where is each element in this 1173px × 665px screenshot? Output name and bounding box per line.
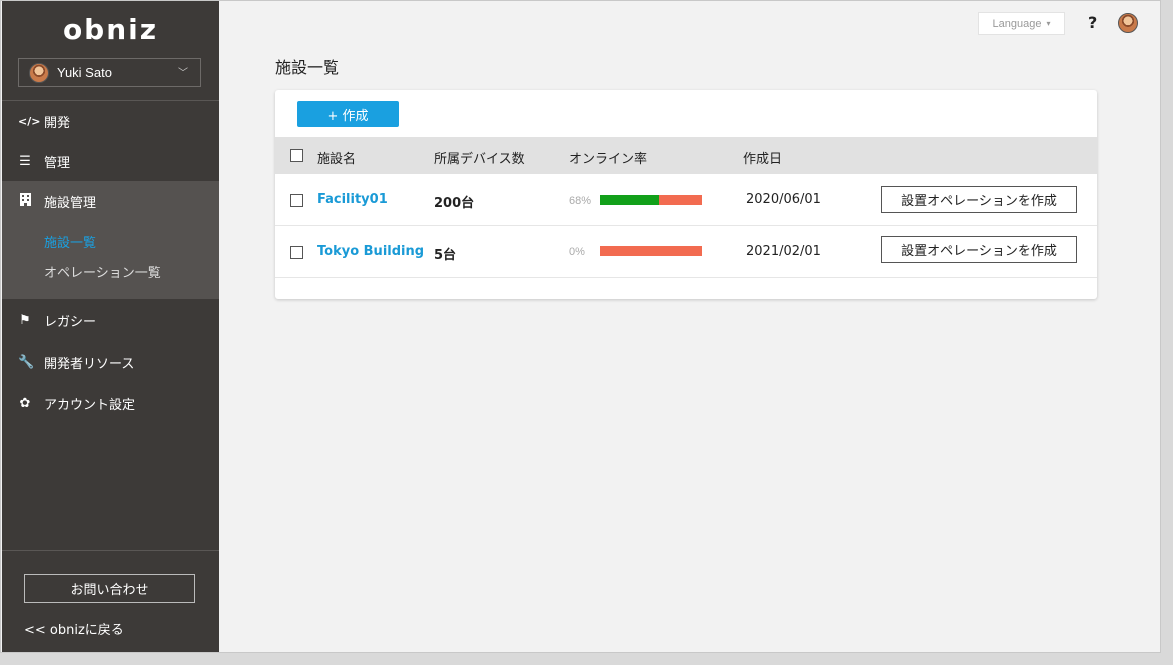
online-rate-bar-offline — [659, 195, 702, 205]
online-rate-percent: 68% — [569, 195, 592, 207]
column-header-created[interactable]: 作成日 — [743, 148, 782, 167]
back-to-obniz-link[interactable]: << obnizに戻る — [24, 619, 124, 638]
online-rate-bar-offline — [600, 246, 702, 256]
device-count: 200台 — [434, 196, 475, 211]
app-window: obniz Yuki Sato ﹀ </> 開発 ☰ 管理 施設管理 施設一覧 … — [0, 0, 1161, 653]
facility-name-link[interactable]: Tokyo Building — [317, 244, 424, 259]
online-rate-percent: 0% — [569, 246, 585, 258]
page-title: 施設一覧 — [275, 58, 340, 77]
sidebar-item-label: 施設管理 — [44, 195, 97, 211]
sidebar-item-label: アカウント設定 — [44, 397, 136, 413]
column-header-online-rate[interactable]: オンライン率 — [569, 148, 647, 167]
language-select[interactable]: Language ▾ — [978, 12, 1065, 35]
wrench-icon: 🔧 — [18, 354, 35, 370]
facility-table-card: + 作成 施設名 所属デバイス数 オンライン率 作成日 Facility01 2… — [275, 90, 1097, 299]
chevron-down-icon: ▾ — [1046, 19, 1051, 28]
column-header-devices[interactable]: 所属デバイス数 — [434, 148, 525, 167]
created-date: 2020/06/01 — [746, 192, 821, 207]
create-button[interactable]: + 作成 — [297, 101, 399, 127]
sidebar: obniz Yuki Sato ﹀ </> 開発 ☰ 管理 施設管理 施設一覧 … — [2, 1, 219, 652]
sidebar-item-label: レガシー — [44, 314, 97, 330]
code-icon: </> — [18, 114, 41, 128]
language-label: Language — [992, 17, 1042, 30]
sidebar-item-dev-resources[interactable]: 🔧 開発者リソース — [2, 342, 219, 382]
sidebar-item-develop[interactable]: </> 開発 — [2, 101, 219, 141]
create-install-operation-button[interactable]: 設置オペレーションを作成 — [881, 186, 1077, 213]
device-count: 5台 — [434, 248, 457, 263]
contact-button[interactable]: お問い合わせ — [24, 574, 195, 603]
sidebar-item-legacy[interactable]: ⚑ レガシー — [2, 300, 219, 340]
column-header-name[interactable]: 施設名 — [317, 148, 356, 167]
sidebar-item-label: 開発 — [44, 115, 71, 131]
create-install-operation-button[interactable]: 設置オペレーションを作成 — [881, 236, 1077, 263]
created-date: 2021/02/01 — [746, 244, 821, 259]
user-avatar-icon — [29, 62, 49, 83]
sidebar-item-facility[interactable]: 施設管理 — [2, 181, 219, 221]
online-rate-bar — [600, 246, 702, 256]
user-select[interactable]: Yuki Sato ﹀ — [18, 58, 201, 87]
list-icon: ☰ — [19, 153, 31, 169]
flag-icon: ⚑ — [19, 312, 31, 328]
sidebar-item-label: 管理 — [44, 155, 71, 171]
online-rate-bar — [600, 195, 702, 205]
row-checkbox[interactable] — [290, 246, 303, 259]
user-avatar-icon — [1118, 13, 1138, 33]
select-all-checkbox[interactable] — [290, 149, 303, 162]
user-name: Yuki Sato — [57, 65, 112, 80]
table-row: Tokyo Building 5台 0% 2021/02/01 設置オペレーショ… — [275, 226, 1097, 278]
facility-name-link[interactable]: Facility01 — [317, 192, 388, 207]
help-icon[interactable]: ? — [1088, 13, 1097, 32]
facility-section: 施設管理 施設一覧 オペレーション一覧 — [2, 181, 219, 299]
chevron-down-icon: ﹀ — [178, 68, 188, 79]
header-avatar[interactable] — [1118, 13, 1138, 33]
sidebar-item-manage[interactable]: ☰ 管理 — [2, 141, 219, 181]
gear-icon: ✿ — [19, 395, 31, 411]
sidebar-item-label: 開発者リソース — [44, 356, 135, 372]
table-row: Facility01 200台 68% 2020/06/01 設置オペレーション… — [275, 174, 1097, 226]
building-icon — [18, 192, 32, 210]
online-rate-bar-online — [600, 195, 660, 205]
obniz-logo[interactable]: obniz — [2, 13, 219, 46]
sidebar-subitem-facility-list[interactable]: 施設一覧 — [44, 232, 96, 251]
sidebar-divider — [2, 550, 219, 551]
sidebar-item-account[interactable]: ✿ アカウント設定 — [2, 383, 219, 423]
table-header: 施設名 所属デバイス数 オンライン率 作成日 — [275, 137, 1097, 174]
sidebar-subitem-operation-list[interactable]: オペレーション一覧 — [44, 262, 161, 281]
row-checkbox[interactable] — [290, 194, 303, 207]
